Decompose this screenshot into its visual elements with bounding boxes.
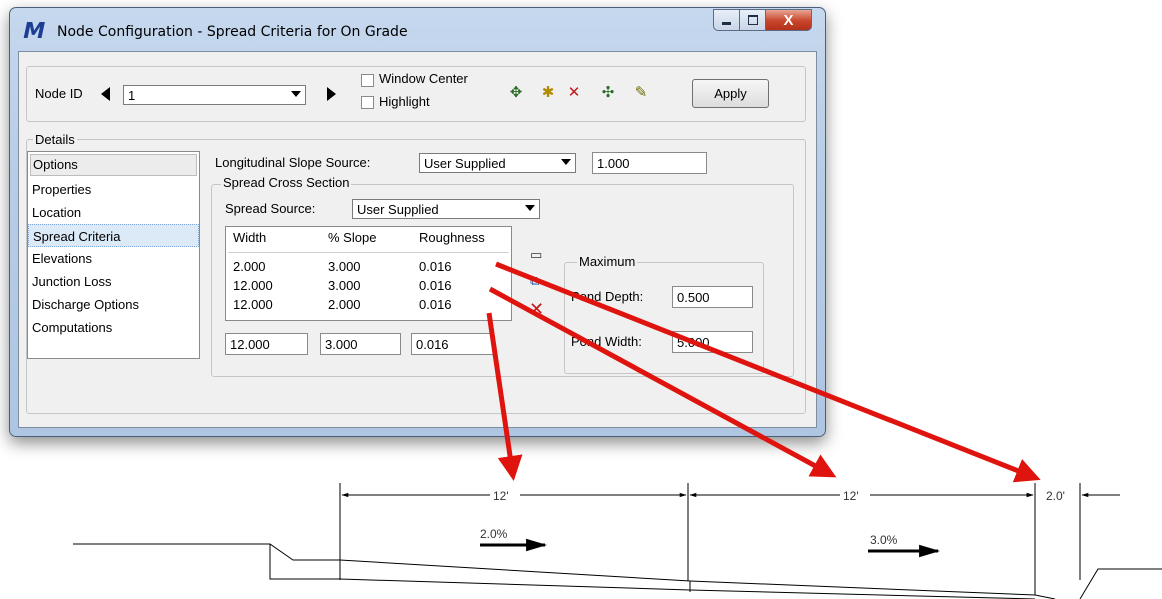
cross-section-diagram: 12' 12' 2.0' 2.0% 3.0%: [73, 261, 1162, 599]
dimension-label-12ft-right: 12': [843, 489, 859, 503]
curb-line: [1079, 568, 1162, 599]
dimension-label-2ft: 2.0': [1046, 489, 1065, 503]
dimension-label-12ft-left: 12': [493, 489, 509, 503]
dimension-lines: [339, 483, 1120, 595]
annotation-arrow-row1: [495, 261, 1041, 483]
slope-label-right: 3.0%: [870, 533, 898, 547]
annotation-arrow-row3: [486, 312, 523, 481]
annotation-arrows: [486, 261, 1041, 483]
annotation-arrow-row2: [488, 286, 837, 478]
pavement-section: [73, 543, 1162, 599]
slope-label-left: 2.0%: [480, 527, 508, 541]
